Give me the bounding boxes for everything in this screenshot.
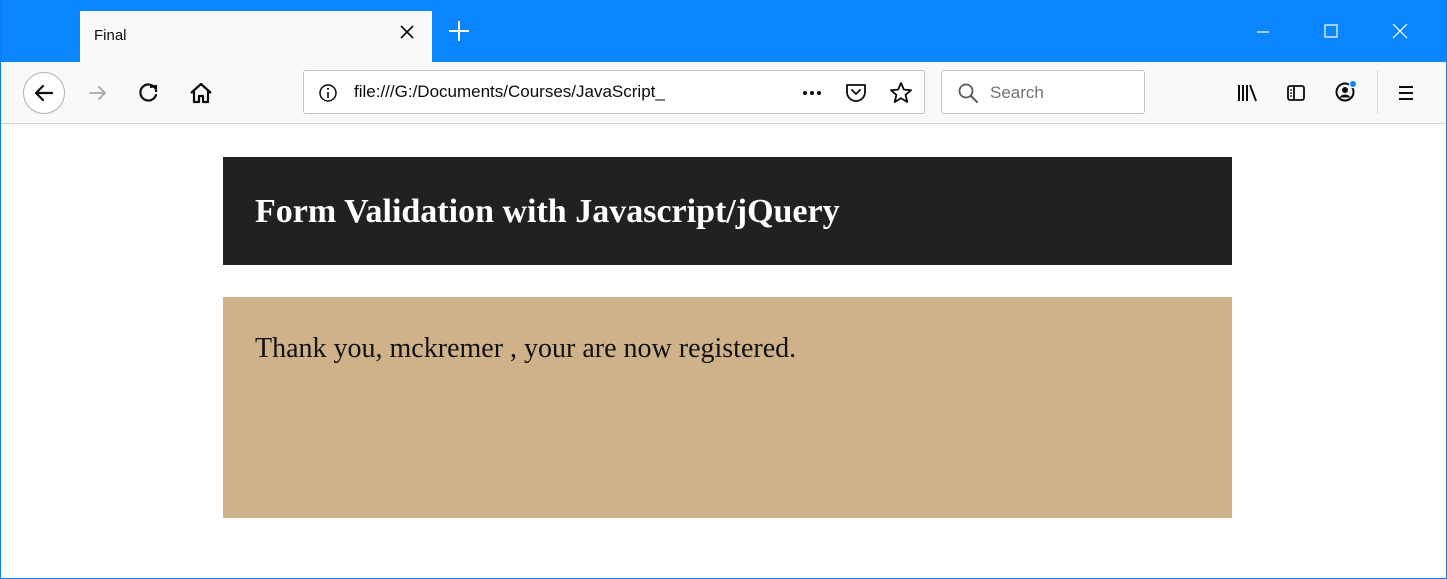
url-bar[interactable]: file:///G:/Documents/Courses/JavaScript_	[303, 70, 925, 114]
hamburger-menu-icon	[1399, 86, 1413, 100]
title-bar: Final	[1, 0, 1446, 62]
reload-button[interactable]	[133, 78, 165, 108]
confirmation-message: Thank you, mckremer , your are now regis…	[255, 333, 797, 364]
sidebar-icon	[1287, 85, 1305, 101]
new-tab-button[interactable]	[446, 18, 472, 44]
search-input[interactable]: Search	[941, 70, 1145, 114]
reload-icon	[139, 83, 158, 102]
url-fade	[709, 73, 754, 111]
plus-icon	[449, 21, 469, 41]
menu-button[interactable]	[1391, 78, 1421, 108]
search-placeholder: Search	[990, 83, 1044, 102]
tab-title: Final	[94, 27, 127, 44]
page-title: Form Validation with Javascript/jQuery	[255, 193, 840, 230]
maximize-button[interactable]	[1308, 16, 1354, 46]
account-icon	[1335, 79, 1358, 102]
library-button[interactable]	[1232, 78, 1262, 108]
account-button[interactable]	[1331, 76, 1361, 106]
library-icon	[1238, 84, 1257, 102]
minimize-button[interactable]	[1240, 16, 1286, 46]
more-icon[interactable]	[799, 81, 825, 105]
close-window-button[interactable]	[1377, 16, 1423, 46]
tab-close-icon[interactable]	[396, 21, 418, 43]
forward-button[interactable]	[81, 78, 115, 108]
confirmation-panel: Thank you, mckremer , your are now regis…	[223, 297, 1232, 518]
forward-arrow-icon	[89, 86, 106, 100]
back-button[interactable]	[23, 72, 65, 114]
url-text[interactable]: file:///G:/Documents/Courses/JavaScript_	[354, 82, 752, 102]
browser-window: Final file:///G:/Documents/Courses/JavaS…	[0, 0, 1447, 579]
page-content: Form Validation with Javascript/jQuery T…	[1, 124, 1446, 578]
nav-toolbar: file:///G:/Documents/Courses/JavaScript_…	[1, 62, 1446, 124]
page-header: Form Validation with Javascript/jQuery	[223, 157, 1232, 265]
search-icon	[956, 81, 980, 105]
back-arrow-icon	[34, 84, 54, 102]
info-icon[interactable]	[316, 81, 340, 105]
close-icon	[1392, 23, 1408, 39]
star-icon[interactable]	[888, 80, 914, 106]
sidebar-button[interactable]	[1281, 78, 1311, 108]
home-icon	[190, 82, 212, 104]
toolbar-divider	[1377, 70, 1378, 114]
home-button[interactable]	[183, 78, 219, 108]
pocket-icon[interactable]	[843, 80, 869, 106]
maximize-icon	[1324, 24, 1338, 38]
minimize-icon	[1257, 31, 1269, 33]
tab-final[interactable]: Final	[80, 10, 432, 62]
